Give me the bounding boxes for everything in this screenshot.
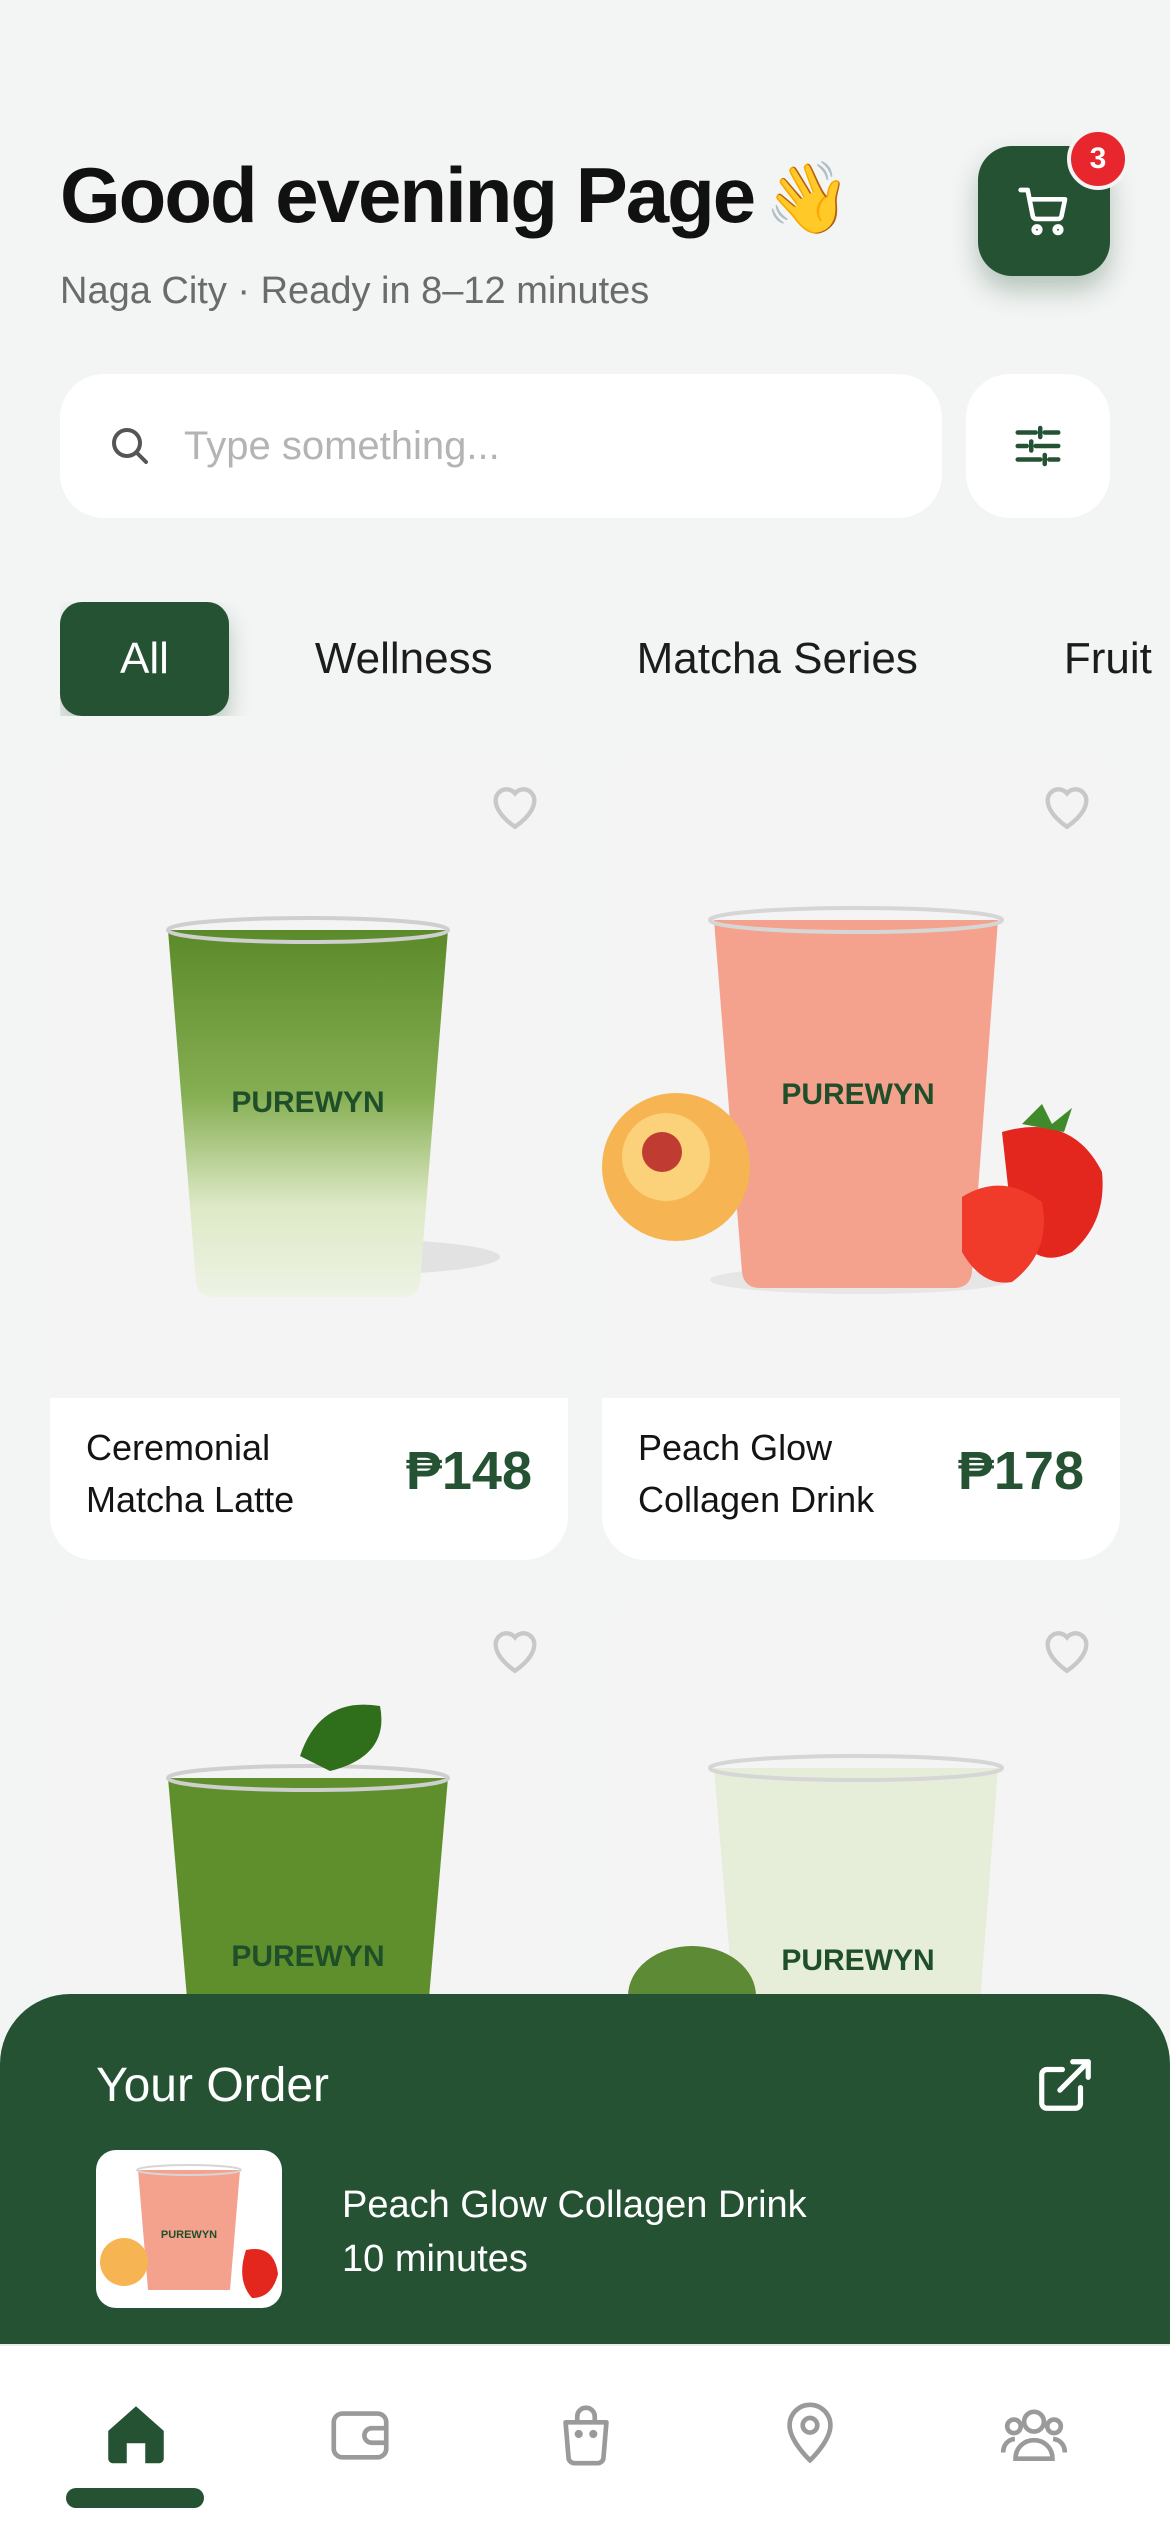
product-brand-label: PUREWYN: [231, 1940, 384, 1973]
category-tab-fruit[interactable]: Fruit: [1064, 602, 1152, 716]
greeting-text: Good evening Page: [60, 151, 756, 239]
home-icon: [108, 2406, 164, 2464]
product-name: Peach Glow Collagen Drink: [638, 1427, 875, 1520]
shopping-bag-icon: [563, 2405, 609, 2466]
product-card[interactable]: PUREWYN Peach Glow Collagen Drink ₱178: [602, 752, 1120, 1560]
filter-button[interactable]: [966, 374, 1110, 518]
favorite-button[interactable]: [486, 1622, 544, 1681]
search-bar: [60, 374, 942, 518]
product-image: PUREWYN: [50, 752, 568, 1398]
tab-home[interactable]: [90, 2388, 182, 2480]
product-card[interactable]: PUREWYN: [50, 1596, 568, 2056]
cart-icon: [1018, 187, 1068, 236]
tab-orders[interactable]: [540, 2388, 632, 2480]
order-thumb-brand: PUREWYN: [161, 2229, 217, 2241]
bottom-tab-bar: [0, 2344, 1170, 2532]
product-brand-label: PUREWYN: [231, 1086, 384, 1119]
category-tab-all[interactable]: All: [60, 602, 229, 716]
external-link-icon: [1039, 2059, 1091, 2111]
category-tabs: All Wellness Matcha Series Fruit: [60, 602, 1170, 716]
order-item-name: Peach Glow Collagen Drink: [342, 2184, 807, 2226]
favorite-button[interactable]: [1038, 1622, 1096, 1681]
order-eta: 10 minutes: [342, 2238, 528, 2280]
cart-count-badge: 3: [1067, 128, 1129, 190]
current-order-panel[interactable]: Your Order PUREWYN Peach Glow Collagen D…: [0, 1994, 1170, 2394]
users-icon: [1000, 2409, 1068, 2461]
favorite-button[interactable]: [1038, 778, 1096, 837]
product-name: Ceremonial Matcha Latte: [86, 1427, 295, 1520]
location-pin-icon: [787, 2402, 833, 2464]
wallet-icon: [331, 2411, 389, 2460]
product-brand-label: PUREWYN: [781, 1944, 934, 1977]
open-order-button[interactable]: [1034, 2054, 1096, 2121]
heart-icon: [1045, 1631, 1089, 1674]
favorite-button[interactable]: [486, 778, 544, 837]
product-brand-label: PUREWYN: [781, 1078, 934, 1111]
product-card[interactable]: PUREWYN Ceremonial Matcha Latte ₱148: [50, 752, 568, 1560]
search-input[interactable]: [184, 423, 904, 469]
search-icon: [112, 428, 148, 464]
product-card[interactable]: PUREWYN: [602, 1596, 1120, 2056]
heart-icon: [1045, 787, 1089, 830]
category-tab-wellness[interactable]: Wellness: [315, 602, 493, 716]
order-item-thumbnail: PUREWYN: [96, 2150, 282, 2308]
order-item-info: Peach Glow Collagen Drink 10 minutes: [342, 2178, 807, 2286]
tab-wallet[interactable]: [314, 2388, 406, 2480]
category-tab-matcha-series[interactable]: Matcha Series: [637, 602, 918, 716]
tab-locations[interactable]: [764, 2388, 856, 2480]
tab-community[interactable]: [988, 2388, 1080, 2480]
wave-emoji-icon: 👋: [764, 159, 851, 237]
location-subtitle: Naga City · Ready in 8–12 minutes: [60, 270, 650, 312]
heart-icon: [493, 787, 537, 830]
greeting-title: Good evening Page 👋: [60, 150, 851, 241]
order-title: Your Order: [96, 2059, 330, 2112]
product-price: ₱178: [957, 1441, 1084, 1501]
heart-icon: [493, 1631, 537, 1674]
product-image: PUREWYN: [602, 752, 1120, 1398]
sliders-icon: [1015, 425, 1061, 467]
active-tab-indicator: [66, 2488, 204, 2508]
product-price: ₱148: [405, 1441, 532, 1501]
